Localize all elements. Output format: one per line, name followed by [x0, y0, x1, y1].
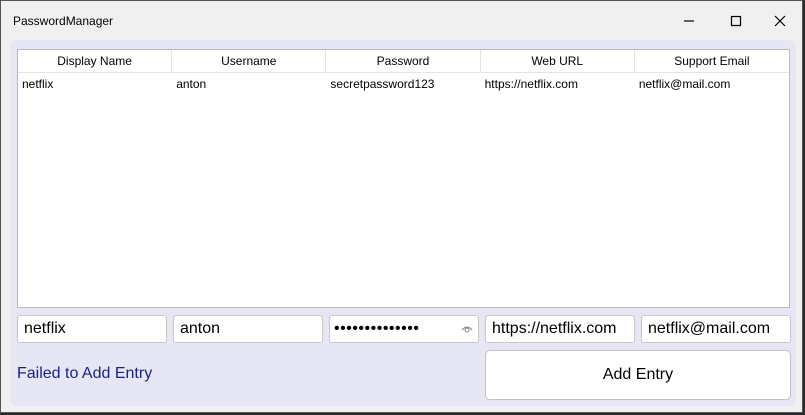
- minimize-button[interactable]: [667, 1, 711, 40]
- minimize-icon: [684, 19, 694, 22]
- column-header-password[interactable]: Password: [326, 50, 481, 72]
- close-button[interactable]: [758, 1, 802, 40]
- support-email-input[interactable]: netflix@mail.com: [641, 315, 791, 343]
- add-entry-button[interactable]: Add Entry: [485, 350, 791, 400]
- title-bar[interactable]: PasswordManager: [1, 1, 802, 40]
- table-header: Display Name Username Password Web URL S…: [18, 50, 789, 73]
- column-header-display-name[interactable]: Display Name: [18, 50, 173, 72]
- column-header-support-email[interactable]: Support Email: [635, 50, 789, 72]
- column-header-username[interactable]: Username: [172, 50, 327, 72]
- table-row[interactable]: netflix anton secretpassword123 https://…: [18, 73, 789, 95]
- client-area: Display Name Username Password Web URL S…: [10, 40, 796, 406]
- cell-password[interactable]: secretpassword123: [326, 73, 480, 95]
- window-title: PasswordManager: [13, 14, 114, 28]
- maximize-button[interactable]: [714, 1, 758, 40]
- column-header-web-url[interactable]: Web URL: [481, 50, 635, 72]
- cell-support-email[interactable]: netflix@mail.com: [635, 73, 789, 95]
- password-masked-value: ••••••••••••••: [334, 320, 420, 337]
- cell-display-name[interactable]: netflix: [18, 73, 172, 95]
- close-icon: [774, 15, 786, 26]
- password-input[interactable]: ••••••••••••••: [329, 315, 479, 343]
- cell-web-url[interactable]: https://netflix.com: [481, 73, 635, 95]
- status-message: Failed to Add Entry: [17, 365, 153, 382]
- app-window: PasswordManager Display Name Username Pa…: [0, 0, 803, 413]
- eye-icon[interactable]: [461, 324, 473, 334]
- cell-username[interactable]: anton: [172, 73, 326, 95]
- username-input[interactable]: anton: [173, 315, 323, 343]
- entries-table[interactable]: Display Name Username Password Web URL S…: [17, 49, 790, 308]
- display-name-input[interactable]: netflix: [17, 315, 167, 343]
- maximize-icon: [730, 15, 742, 26]
- web-url-input[interactable]: https://netflix.com: [485, 315, 635, 343]
